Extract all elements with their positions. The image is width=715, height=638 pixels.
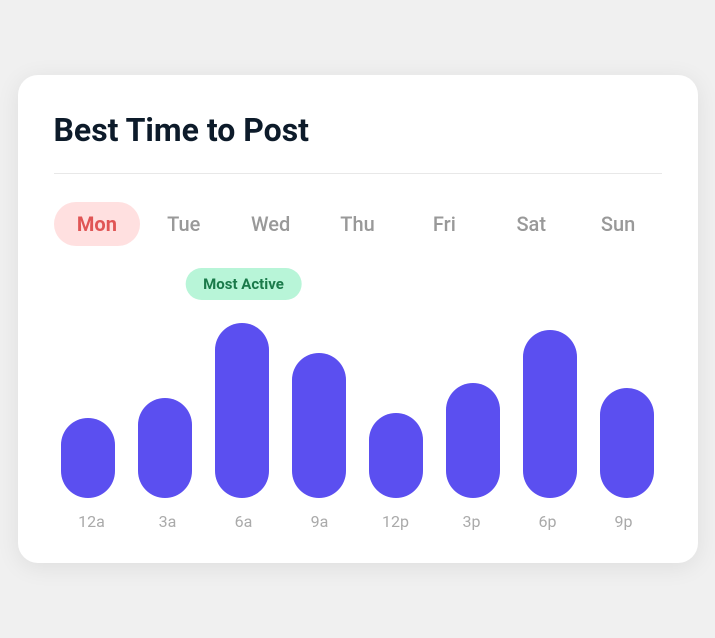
bar-wrapper (362, 318, 431, 498)
day-tab-sun[interactable]: Sun (575, 202, 662, 246)
day-tab-thu[interactable]: Thu (314, 202, 401, 246)
bar-wrapper (516, 318, 585, 498)
most-active-badge: Most Active (185, 268, 302, 300)
bar-12a (61, 418, 115, 498)
time-label-9p: 9p (586, 512, 662, 531)
day-tab-sat[interactable]: Sat (488, 202, 575, 246)
bar-6p (523, 330, 577, 498)
bar-wrapper (439, 318, 508, 498)
day-tab-wed[interactable]: Wed (227, 202, 314, 246)
time-label-3p: 3p (434, 512, 510, 531)
day-tabs: MonTueWedThuFriSatSun (54, 202, 662, 246)
bar-9a (292, 353, 346, 498)
time-label-6p: 6p (510, 512, 586, 531)
bar-9p (600, 388, 654, 498)
bar-3a (138, 398, 192, 498)
chart-area: Most Active (54, 278, 662, 498)
bar-wrapper (208, 318, 277, 498)
time-label-3a: 3a (130, 512, 206, 531)
time-label-9a: 9a (282, 512, 358, 531)
bar-wrapper (131, 318, 200, 498)
time-label-12a: 12a (54, 512, 130, 531)
time-labels: 12a3a6a9a12p3p6p9p (54, 512, 662, 531)
bar-wrapper (285, 318, 354, 498)
bar-3p (446, 383, 500, 498)
best-time-card: Best Time to Post MonTueWedThuFriSatSun … (18, 75, 698, 563)
day-tab-tue[interactable]: Tue (140, 202, 227, 246)
bar-12p (369, 413, 423, 498)
bar-wrapper (593, 318, 662, 498)
day-tab-fri[interactable]: Fri (401, 202, 488, 246)
bars-container (54, 278, 662, 498)
bar-6a (215, 323, 269, 498)
bar-wrapper (54, 318, 123, 498)
divider (54, 173, 662, 174)
time-label-12p: 12p (358, 512, 434, 531)
page-title: Best Time to Post (54, 111, 662, 149)
day-tab-mon[interactable]: Mon (54, 202, 141, 246)
time-label-6a: 6a (206, 512, 282, 531)
